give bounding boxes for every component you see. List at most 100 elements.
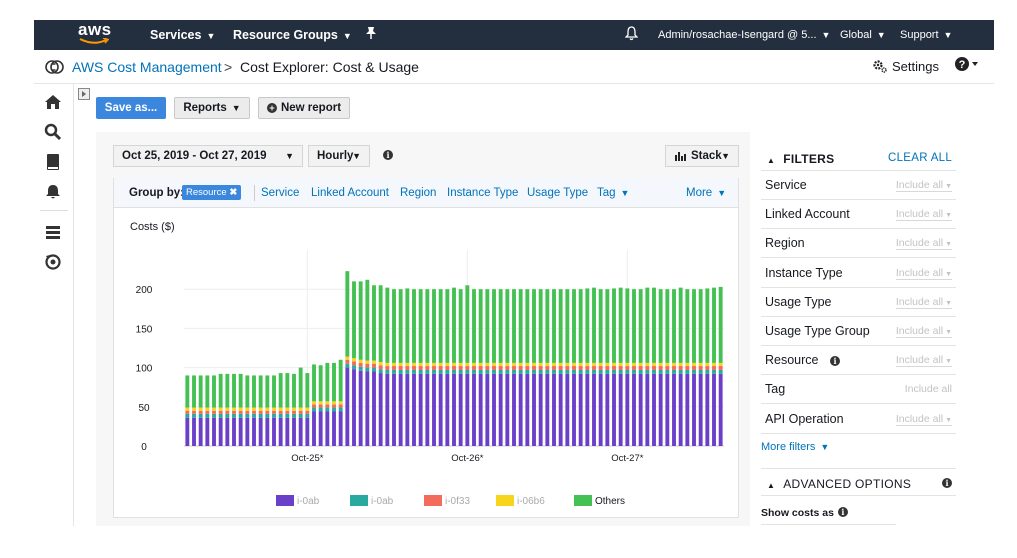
bar-segment[interactable] [565,369,570,374]
bar-segment[interactable] [358,370,363,446]
bar-segment[interactable] [598,373,603,446]
bar-segment[interactable] [352,361,356,366]
bar-segment[interactable] [492,362,496,367]
bar-segment[interactable] [292,407,296,411]
bar-segment[interactable] [712,362,716,367]
bar-segment[interactable] [398,289,403,363]
bar-segment[interactable] [518,373,523,446]
filter-value[interactable]: Include all ▼ [895,413,952,426]
bar-segment[interactable] [452,362,456,367]
bar-segment[interactable] [192,375,196,408]
breadcrumb-cost-management-link[interactable]: AWS Cost Management [72,59,222,75]
bar-segment[interactable] [705,373,710,446]
home-icon[interactable] [43,92,63,112]
bar-segment[interactable] [612,288,616,363]
filter-value[interactable]: Include all ▼ [895,179,952,192]
bar-segment[interactable] [358,359,363,363]
bar-segment[interactable] [558,366,563,370]
bar-segment[interactable] [465,369,470,374]
bar-segment[interactable] [298,417,303,446]
bar-segment[interactable] [385,373,390,446]
bar-segment[interactable] [232,373,236,408]
bar-segment[interactable] [458,289,463,363]
bar-segment[interactable] [192,417,196,446]
bar-segment[interactable] [425,362,430,367]
bar-segment[interactable] [538,289,543,363]
bar-segment[interactable] [265,417,270,446]
bar-segment[interactable] [325,362,330,402]
bar-segment[interactable] [578,373,583,446]
bar-segment[interactable] [645,287,650,363]
bar-segment[interactable] [605,373,610,446]
bar-segment[interactable] [698,289,703,363]
bar-segment[interactable] [665,373,670,446]
bar-segment[interactable] [405,373,410,446]
bar-segment[interactable] [585,288,590,363]
bar-segment[interactable] [498,289,503,363]
bar-segment[interactable] [385,366,390,370]
bar-segment[interactable] [558,362,563,367]
bar-segment[interactable] [238,417,243,446]
bar-segment[interactable] [212,417,216,446]
bar-segment[interactable] [485,366,490,370]
bar-segment[interactable] [392,373,396,446]
bar-segment[interactable] [525,373,530,446]
bar-segment[interactable] [472,362,476,367]
bar-segment[interactable] [245,375,250,408]
bar-segment[interactable] [532,366,536,370]
bar-segment[interactable] [612,373,616,446]
bar-segment[interactable] [232,417,236,446]
bar-segment[interactable] [558,373,563,446]
bar-segment[interactable] [658,366,663,370]
bar-segment[interactable] [678,287,683,363]
bar-segment[interactable] [305,417,310,446]
filter-value[interactable]: Include all ▼ [895,354,952,368]
bar-segment[interactable] [265,407,270,411]
bar-segment[interactable] [505,366,510,370]
bar-segment[interactable] [552,362,556,367]
bar-segment[interactable] [418,362,423,367]
support-menu[interactable]: Support ▼ [900,29,952,41]
bar-segment[interactable] [245,410,250,414]
bar-segment[interactable] [525,289,530,363]
bar-segment[interactable] [538,369,543,374]
bar-segment[interactable] [632,369,636,374]
bar-segment[interactable] [258,407,263,411]
bar-segment[interactable] [418,289,423,363]
bar-segment[interactable] [218,410,223,414]
filter-row-instance-type[interactable]: Instance Type Include all ▼ [761,259,956,288]
bar-segment[interactable] [238,413,243,418]
bar-segment[interactable] [625,369,630,374]
bar-segment[interactable] [572,362,576,367]
bar-segment[interactable] [365,363,370,368]
more-filters-link[interactable]: More filters ▼ [761,441,829,453]
bar-segment[interactable] [685,289,690,363]
bar-segment[interactable] [352,369,356,446]
bar-segment[interactable] [238,407,243,411]
bar-segment[interactable] [478,289,483,363]
bar-segment[interactable] [638,289,643,363]
bar-segment[interactable] [365,367,370,372]
bar-segment[interactable] [365,371,370,446]
bar-segment[interactable] [385,369,390,374]
settings-button[interactable]: Settings [872,59,939,74]
bar-segment[interactable] [305,413,310,418]
bar-segment[interactable] [438,373,443,446]
bar-segment[interactable] [618,366,623,370]
bar-segment[interactable] [225,417,230,446]
bar-segment[interactable] [618,369,623,374]
bar-segment[interactable] [218,417,223,446]
bar-segment[interactable] [492,366,496,370]
bar-segment[interactable] [225,407,230,411]
bar-segment[interactable] [265,410,270,414]
bar-segment[interactable] [512,369,516,374]
bar-segment[interactable] [605,366,610,370]
group-by-option-region[interactable]: Region [400,187,436,199]
bar-segment[interactable] [445,373,450,446]
bar-segment[interactable] [552,366,556,370]
bar-segment[interactable] [538,362,543,367]
bar-segment[interactable] [312,411,316,447]
granularity-select[interactable]: Hourly ▼ [308,145,370,167]
bar-segment[interactable] [525,369,530,374]
bar-segment[interactable] [512,366,516,370]
